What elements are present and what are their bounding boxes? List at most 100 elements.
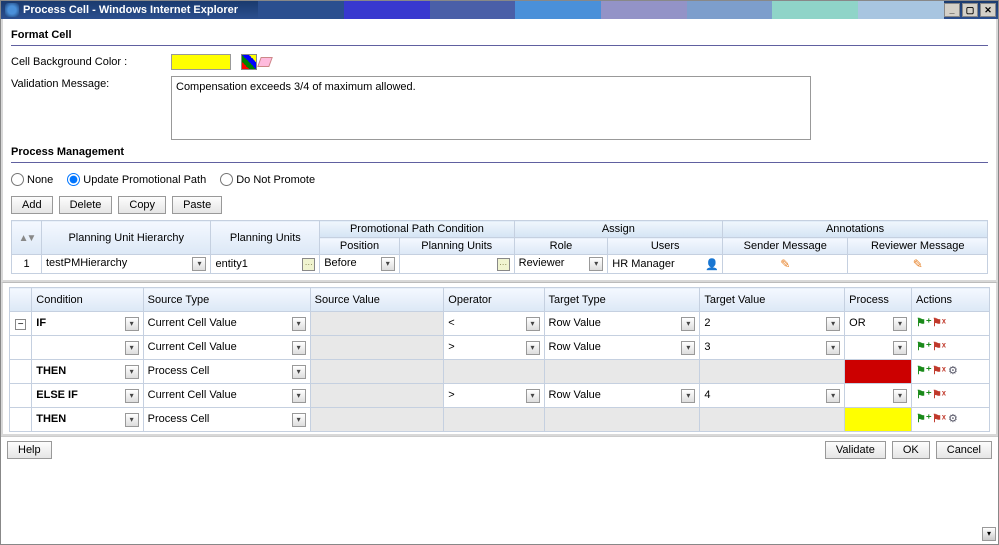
person-lookup-icon[interactable]: 👤 (705, 258, 718, 271)
chevron-down-icon[interactable] (893, 317, 907, 331)
chevron-down-icon[interactable] (192, 257, 206, 271)
sort-arrows-icon[interactable]: ▲▼ (19, 233, 35, 244)
gear-icon[interactable]: ⚙ (948, 364, 963, 379)
add-button[interactable]: Add (11, 196, 53, 214)
chevron-down-icon[interactable] (681, 389, 695, 403)
cell-srctype[interactable]: Current Cell Value (143, 384, 310, 408)
cell-position[interactable]: Before (320, 255, 400, 274)
radio-update[interactable]: Update Promotional Path (67, 173, 206, 186)
chevron-down-icon[interactable] (292, 317, 306, 331)
cell-condition[interactable]: THEN (32, 360, 143, 384)
collapse-icon[interactable]: − (15, 319, 26, 330)
color-picker-icon[interactable] (241, 54, 257, 70)
add-rule-icon[interactable]: ⚑⁺ (916, 388, 931, 403)
add-rule-icon[interactable]: ⚑⁺ (916, 364, 931, 379)
cell-srctype[interactable]: Current Cell Value (143, 312, 310, 336)
ok-button[interactable]: OK (892, 441, 930, 459)
cell-process[interactable] (845, 360, 912, 384)
grid-row[interactable]: 1 testPMHierarchy entity1⋯ Before ⋯ Revi… (12, 255, 988, 274)
add-rule-icon[interactable]: ⚑⁺ (916, 412, 931, 427)
delete-rule-icon[interactable]: ⚑ˣ (932, 340, 947, 355)
rule-row[interactable]: Current Cell Value >Row Value3 ⚑⁺⚑ˣ (10, 336, 990, 360)
cell-tgtval[interactable]: 4 (700, 384, 845, 408)
chevron-down-icon[interactable] (893, 341, 907, 355)
cell-pu[interactable]: entity1⋯ (211, 255, 320, 274)
chevron-down-icon[interactable] (589, 257, 603, 271)
chevron-down-icon[interactable] (292, 413, 306, 427)
chevron-down-icon[interactable] (125, 317, 139, 331)
rule-row[interactable]: THENProcess Cell ⚑⁺⚑ˣ⚙ (10, 408, 990, 432)
cell-operator[interactable]: > (444, 384, 544, 408)
delete-rule-icon[interactable]: ⚑ˣ (932, 388, 947, 403)
copy-button[interactable]: Copy (118, 196, 166, 214)
gear-icon[interactable]: ⚙ (948, 412, 963, 427)
cancel-button[interactable]: Cancel (936, 441, 992, 459)
eraser-icon[interactable] (257, 57, 273, 67)
delete-button[interactable]: Delete (59, 196, 113, 214)
scroll-down-icon[interactable]: ▾ (982, 527, 996, 541)
add-rule-icon[interactable]: ⚑⁺ (916, 316, 931, 331)
chevron-down-icon[interactable] (826, 317, 840, 331)
chevron-down-icon[interactable] (681, 317, 695, 331)
chevron-down-icon[interactable] (125, 365, 139, 379)
add-rule-icon[interactable]: ⚑⁺ (916, 340, 931, 355)
chevron-down-icon[interactable] (826, 389, 840, 403)
radio-none[interactable]: None (11, 173, 53, 186)
chevron-down-icon[interactable] (292, 341, 306, 355)
cell-puh[interactable]: testPMHierarchy (42, 255, 211, 274)
cell-role[interactable]: Reviewer (514, 255, 608, 274)
help-button[interactable]: Help (7, 441, 52, 459)
pencil-icon[interactable]: ✎ (913, 257, 923, 271)
minimize-button[interactable]: _ (944, 3, 960, 17)
chevron-down-icon[interactable] (526, 341, 540, 355)
chevron-down-icon[interactable] (526, 317, 540, 331)
cell-users[interactable]: HR Manager👤 (608, 255, 723, 274)
close-button[interactable]: ✕ (980, 3, 996, 17)
cell-operator[interactable]: < (444, 312, 544, 336)
delete-rule-icon[interactable]: ⚑ˣ (932, 412, 947, 427)
chevron-down-icon[interactable] (125, 413, 139, 427)
rule-row[interactable]: ELSE IFCurrent Cell Value>Row Value4⚑⁺⚑ˣ (10, 384, 990, 408)
cell-srctype[interactable]: Current Cell Value (143, 336, 310, 360)
rule-row[interactable]: −IFCurrent Cell Value <Row Value2OR ⚑⁺⚑ˣ (10, 312, 990, 336)
cell-condition[interactable] (32, 336, 143, 360)
cell-tgttype[interactable]: Row Value (544, 336, 700, 360)
chevron-down-icon[interactable] (125, 341, 139, 355)
lookup-icon[interactable]: ⋯ (497, 258, 510, 271)
cell-operator[interactable]: > (444, 336, 544, 360)
cell-process[interactable] (845, 336, 912, 360)
cell-process[interactable]: OR (845, 312, 912, 336)
chevron-down-icon[interactable] (893, 389, 907, 403)
delete-rule-icon[interactable]: ⚑ˣ (932, 364, 947, 379)
maximize-button[interactable]: ▢ (962, 3, 978, 17)
validate-button[interactable]: Validate (825, 441, 886, 459)
cell-srctype[interactable]: Process Cell (143, 408, 310, 432)
cell-condition[interactable]: IF (32, 312, 143, 336)
cell-pu2[interactable]: ⋯ (399, 255, 514, 274)
pencil-icon[interactable]: ✎ (780, 257, 790, 271)
cell-condition[interactable]: THEN (32, 408, 143, 432)
cell-tgtval[interactable]: 2 (700, 312, 845, 336)
cell-process[interactable] (845, 408, 912, 432)
chevron-down-icon[interactable] (826, 341, 840, 355)
cell-srctype[interactable]: Process Cell (143, 360, 310, 384)
validation-message-textarea[interactable] (171, 76, 811, 140)
cell-sender[interactable]: ✎ (723, 255, 848, 274)
cell-reviewer[interactable]: ✎ (848, 255, 988, 274)
cell-tgttype[interactable]: Row Value (544, 384, 700, 408)
paste-button[interactable]: Paste (172, 196, 222, 214)
radio-donot[interactable]: Do Not Promote (220, 173, 315, 186)
chevron-down-icon[interactable] (125, 389, 139, 403)
chevron-down-icon[interactable] (681, 341, 695, 355)
rule-row[interactable]: THENProcess Cell ⚑⁺⚑ˣ⚙ (10, 360, 990, 384)
delete-rule-icon[interactable]: ⚑ˣ (932, 316, 947, 331)
chevron-down-icon[interactable] (526, 389, 540, 403)
lookup-icon[interactable]: ⋯ (302, 258, 315, 271)
chevron-down-icon[interactable] (292, 365, 306, 379)
cell-process[interactable] (845, 384, 912, 408)
bg-color-swatch[interactable] (171, 54, 231, 70)
chevron-down-icon[interactable] (292, 389, 306, 403)
chevron-down-icon[interactable] (381, 257, 395, 271)
cell-tgtval[interactable]: 3 (700, 336, 845, 360)
cell-tgttype[interactable]: Row Value (544, 312, 700, 336)
